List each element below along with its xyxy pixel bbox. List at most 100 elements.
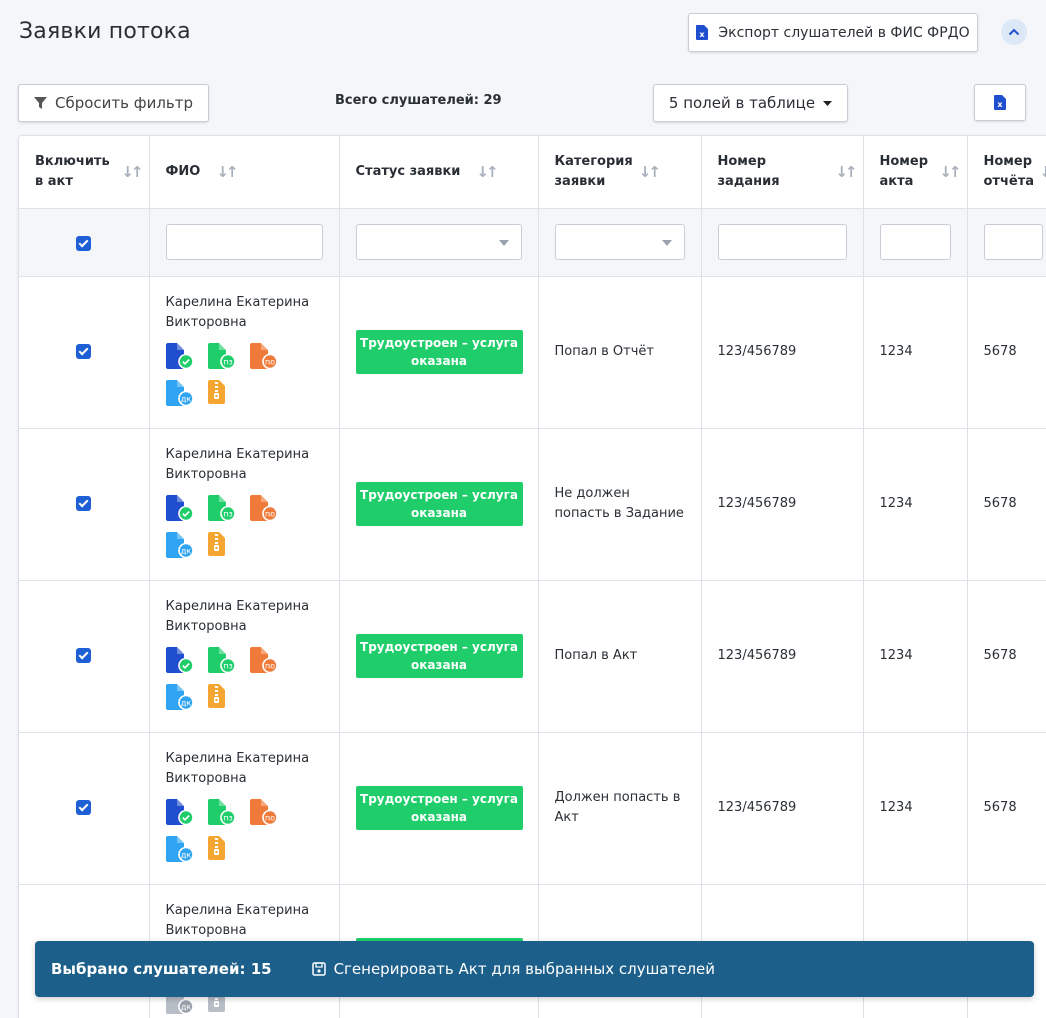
document-dk-icon[interactable]: дк	[165, 379, 194, 406]
column-header[interactable]: Включить в акт ↓↑	[19, 136, 150, 209]
archive-zip-icon[interactable]	[207, 379, 236, 406]
document-po-icon[interactable]: по	[249, 646, 278, 673]
sort-icon[interactable]: ↓↑	[476, 162, 498, 182]
category-cell: Попал в Отчёт	[538, 276, 702, 429]
document-pz-icon[interactable]: пз	[207, 798, 236, 825]
save-icon	[311, 962, 326, 976]
filter-cell	[339, 208, 539, 277]
act-number-filter-input[interactable]	[879, 224, 951, 260]
generate-act-button[interactable]: Сгенерировать Акт для выбранных слушател…	[311, 960, 715, 978]
table-header-row: Включить в акт ↓↑ ФИО ↓↑ Статус заявки ↓↑ К…	[19, 136, 1046, 209]
status-badge: Трудоустроен – услуга оказана	[355, 330, 523, 374]
listener-name[interactable]: Карелина Екатерина Викторовна	[166, 445, 323, 485]
category-filter-select[interactable]	[554, 224, 685, 260]
archive-zip-icon[interactable]	[207, 531, 236, 558]
sort-icon[interactable]: ↓↑	[939, 162, 961, 182]
column-header[interactable]: Номер отчёта↓↑	[967, 136, 1046, 209]
svg-text:дк: дк	[180, 1002, 191, 1011]
column-header[interactable]: Статус заявки ↓↑	[339, 136, 539, 209]
listener-name[interactable]: Карелина Екатерина Викторовна	[166, 597, 323, 637]
collapse-button[interactable]	[1001, 19, 1027, 45]
act-number-value: 1234	[879, 800, 913, 815]
document-approved-icon[interactable]	[165, 646, 194, 673]
column-header-label: Включить в акт	[35, 153, 110, 189]
document-approved-icon[interactable]	[165, 494, 194, 521]
caret-down-icon	[823, 100, 833, 106]
task-number-value: 123/456789	[717, 344, 797, 359]
status-filter-select[interactable]	[355, 224, 522, 260]
caret-down-icon	[661, 240, 672, 246]
act-number-cell: 1234	[863, 276, 968, 429]
document-po-icon[interactable]: по	[249, 494, 278, 521]
listener-name[interactable]: Карелина Екатерина Викторовна	[166, 901, 323, 941]
sort-icon[interactable]: ↓↑	[835, 162, 857, 182]
column-header[interactable]: Номер акта ↓↑	[863, 136, 968, 209]
name-filter-input[interactable]	[165, 224, 323, 260]
table-filter-row	[19, 208, 1046, 277]
include-checkbox[interactable]	[76, 648, 92, 663]
reset-filter-button[interactable]: Сбросить фильтр	[18, 84, 209, 122]
listener-name[interactable]: Карелина Екатерина Викторовна	[166, 749, 323, 789]
document-pz-icon[interactable]: пз	[207, 342, 236, 369]
export-frdo-button[interactable]: x Экспорт слушателей в ФИС ФРДО	[688, 13, 978, 52]
task-number-filter-input[interactable]	[717, 224, 847, 260]
category-cell: Не должен попасть в Задание	[538, 428, 702, 581]
document-dk-icon[interactable]: дк	[165, 835, 194, 862]
column-header[interactable]: Номер задания ↓↑	[701, 136, 864, 209]
document-dk-icon[interactable]: дк	[165, 531, 194, 558]
svg-text:дк: дк	[180, 546, 191, 555]
fields-dropdown[interactable]: 5 полей в таблице	[653, 84, 848, 122]
report-number-filter-input[interactable]	[983, 224, 1043, 260]
document-po-icon[interactable]: по	[249, 342, 278, 369]
column-header[interactable]: Категория заявки ↓↑	[538, 136, 702, 209]
svg-text:x: x	[997, 100, 1003, 109]
column-header-label: Номер акта	[879, 153, 929, 189]
column-header-label: ФИО	[165, 163, 201, 179]
include-cell	[19, 276, 150, 429]
task-number-value: 123/456789	[717, 648, 797, 663]
document-dk-icon[interactable]: дк	[165, 683, 194, 710]
include-cell	[19, 580, 150, 733]
svg-text:пз: пз	[223, 813, 232, 822]
column-header-label: Номер отчёта	[983, 153, 1035, 189]
svg-text:пз: пз	[223, 661, 232, 670]
document-pz-icon[interactable]: пз	[207, 494, 236, 521]
column-header[interactable]: ФИО ↓↑	[149, 136, 340, 209]
table-row: Карелина Екатерина Викторовна пз по дк Трудо…	[19, 428, 1046, 581]
report-number-cell: 5678	[967, 276, 1046, 429]
select-all-checkbox[interactable]	[76, 235, 92, 251]
archive-zip-icon[interactable]	[207, 683, 236, 710]
excel-file-icon: x	[696, 25, 709, 40]
sort-icon[interactable]: ↓↑	[1040, 162, 1046, 182]
name-cell: Карелина Екатерина Викторовна пз по дк	[149, 580, 340, 733]
sort-icon[interactable]: ↓↑	[216, 162, 238, 182]
table-row: Карелина Екатерина Викторовна пз по дк Трудо…	[19, 276, 1046, 429]
include-checkbox[interactable]	[76, 344, 92, 359]
filter-cell	[863, 208, 968, 277]
status-badge: Трудоустроен – услуга оказана	[355, 482, 523, 526]
svg-text:по: по	[264, 813, 274, 822]
document-icons: пз по дк	[165, 646, 296, 710]
selected-count: Выбрано слушателей: 15	[51, 960, 272, 978]
filter-cell	[149, 208, 340, 277]
sort-icon[interactable]: ↓↑	[639, 162, 661, 182]
include-checkbox[interactable]	[76, 800, 92, 815]
name-cell: Карелина Екатерина Викторовна пз по дк	[149, 428, 340, 581]
document-po-icon[interactable]: по	[249, 798, 278, 825]
listener-name[interactable]: Карелина Екатерина Викторовна	[166, 293, 323, 333]
include-checkbox[interactable]	[76, 496, 92, 511]
document-approved-icon[interactable]	[165, 798, 194, 825]
include-cell	[19, 732, 150, 885]
archive-zip-icon[interactable]	[207, 835, 236, 862]
task-number-cell: 123/456789	[701, 428, 864, 581]
document-pz-icon[interactable]: пз	[207, 646, 236, 673]
report-number-cell: 5678	[967, 580, 1046, 733]
selection-action-bar: Выбрано слушателей: 15 Сгенерировать Акт…	[35, 941, 1034, 997]
sort-icon[interactable]: ↓↑	[121, 162, 143, 182]
export-frdo-label: Экспорт слушателей в ФИС ФРДО	[718, 24, 970, 41]
report-number-value: 5678	[983, 344, 1017, 359]
excel-export-button[interactable]: x	[974, 84, 1026, 121]
applications-table: Включить в акт ↓↑ ФИО ↓↑ Статус заявки ↓↑ К…	[18, 135, 1046, 1018]
document-approved-icon[interactable]	[165, 342, 194, 369]
svg-text:дк: дк	[180, 394, 191, 403]
